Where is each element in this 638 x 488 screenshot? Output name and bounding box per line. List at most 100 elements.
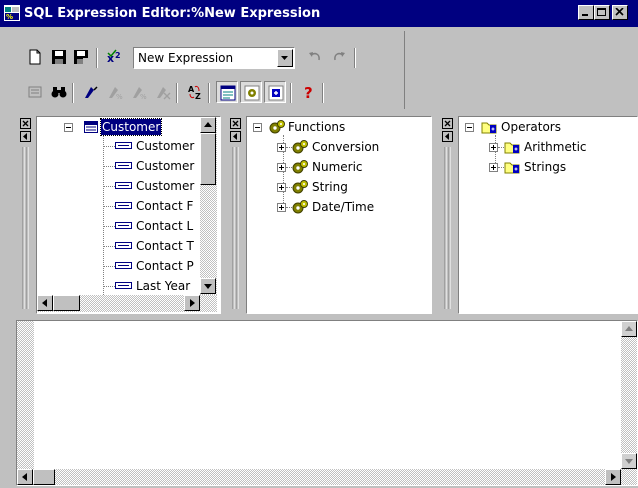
svg-text:?: ? [304,84,313,100]
scroll-thumb[interactable] [53,295,80,311]
expand-toggle[interactable] [277,163,286,172]
expand-toggle[interactable] [277,203,286,212]
scroll-right-button[interactable] [184,295,200,311]
category-label: Date/Time [312,200,375,214]
expand-toggle[interactable] [277,183,286,192]
save-as-button[interactable] [70,46,92,68]
expand-toggle[interactable] [489,163,498,172]
functions-tree-pane[interactable]: Functions Conversion Numeric String Date/Ti… [246,116,432,314]
browse-data-button[interactable] [24,81,46,103]
category-label: Arithmetic [524,140,587,154]
field-item[interactable]: Contact F [103,198,203,214]
operators-tree-pane[interactable]: Operators Arithmetic Strings [458,116,638,314]
field-item[interactable]: Contact T [103,238,203,254]
fields-tree-pane[interactable]: Customer Customer Customer Customer Contact… [36,116,221,314]
field-item[interactable]: Customer [103,158,203,174]
function-category[interactable]: Numeric [277,159,427,175]
field-item[interactable]: Contact P [103,258,203,274]
tree-line [103,226,115,228]
field-item[interactable]: Customer [103,138,203,154]
maximize-button[interactable] [594,5,610,20]
operators-root-node[interactable]: Operators [465,119,635,135]
fields-pane-controls [20,117,32,317]
tree-line [103,166,115,168]
chevron-down-icon [204,284,212,289]
scroll-down-button[interactable] [200,278,216,294]
functions-root-label: Functions [288,120,346,134]
previous-bookmark-button[interactable]: % [128,81,150,103]
pane-close-icon[interactable] [230,117,242,317]
show-fields-toggle[interactable] [216,81,238,103]
combo-dropdown-button[interactable] [277,49,293,67]
collapse-toggle[interactable] [64,123,73,132]
check-syntax-button[interactable]: x2 [104,46,126,68]
operator-category[interactable]: Arithmetic [489,139,637,155]
clear-bookmarks-button[interactable] [152,81,174,103]
undo-button[interactable] [304,46,326,68]
field-item[interactable]: Last Year [103,278,203,294]
field-item[interactable]: Contact L [103,218,203,234]
close-icon [615,8,624,16]
expression-vertical-scrollbar[interactable] [621,321,637,469]
expression-horizontal-scrollbar[interactable] [17,469,637,485]
save-button[interactable] [48,46,70,68]
category-label: Strings [524,160,567,174]
pane-close-icon[interactable] [442,117,454,317]
gear-icon [292,200,308,214]
field-item-label: Customer [136,159,195,173]
fields-vertical-scrollbar[interactable] [200,117,217,295]
svg-text:%: % [140,93,147,100]
find-button[interactable] [48,81,70,103]
sort-tree-button[interactable]: AZ [184,81,206,103]
field-item[interactable]: Customer [103,178,203,194]
table-icon [84,121,98,133]
scroll-thumb[interactable] [33,469,55,485]
fields-horizontal-scrollbar[interactable] [37,295,217,312]
help-button[interactable]: ? [298,81,320,103]
scroll-right-button[interactable] [605,469,621,485]
expand-toggle[interactable] [277,143,286,152]
new-button[interactable] [24,46,46,68]
scroll-up-button[interactable] [200,117,216,133]
collapse-toggle[interactable] [253,123,262,132]
expand-toggle[interactable] [489,143,498,152]
collapse-toggle[interactable] [465,123,474,132]
svg-text:A: A [188,85,195,94]
title-bar[interactable]: % SQL Expression Editor:%New Expression [0,0,638,27]
scroll-left-button[interactable] [17,469,33,485]
plus-icon [279,205,284,210]
function-category[interactable]: Date/Time [277,199,427,215]
show-operators-toggle[interactable] [264,81,286,103]
scroll-down-button[interactable] [621,453,637,469]
chevron-left-icon [42,299,47,307]
field-column-icon [115,222,132,229]
scroll-left-button[interactable] [37,295,53,311]
tree-line [103,186,115,188]
plus-icon [491,165,496,170]
clear-bookmarks-icon [157,87,171,100]
fields-root-node[interactable]: Customer [64,118,204,136]
scroll-up-button[interactable] [621,321,637,337]
expression-name-combo[interactable]: New Expression [133,47,295,69]
gear-icon [269,120,285,134]
next-bookmark-button[interactable]: % [104,81,126,103]
functions-root-node[interactable]: Functions [253,119,423,135]
operator-category[interactable]: Strings [489,159,637,175]
expression-text-area[interactable] [16,320,638,486]
scroll-thumb[interactable] [200,133,216,185]
close-button[interactable] [612,5,628,20]
function-category[interactable]: Conversion [277,139,427,155]
expression-left-gutter [17,321,34,469]
bookmark-button[interactable] [80,81,102,103]
plus-icon [279,185,284,190]
function-category[interactable]: String [277,179,427,195]
toolbar-separator [322,83,324,103]
minimize-icon [582,14,588,16]
redo-button[interactable] [328,46,350,68]
toolbar-separator [72,83,74,103]
plus-icon [279,145,284,150]
show-functions-toggle[interactable] [240,81,262,103]
minimize-button[interactable] [578,5,594,20]
pane-close-icon[interactable] [20,117,32,317]
fields-root-label: Customer [99,118,163,136]
